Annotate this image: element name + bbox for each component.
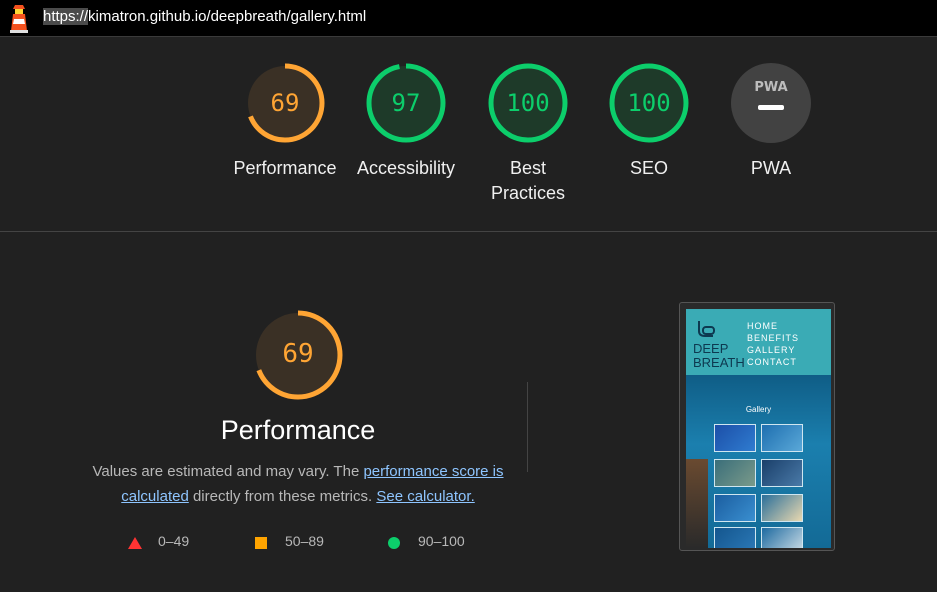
gallery-photo	[761, 424, 803, 452]
performance-label: Performance	[233, 158, 337, 178]
brand-line-1: DEEP	[693, 341, 729, 356]
performance-description: Values are estimated and may vary. The p…	[90, 459, 506, 509]
gauge-performance[interactable]: 69 Performance	[233, 62, 337, 181]
gallery-photo	[714, 494, 756, 522]
gallery-photo	[761, 527, 803, 548]
page-url[interactable]: https://kimatron.github.io/deepbreath/ga…	[43, 8, 366, 25]
performance-detail-score: 69	[282, 339, 314, 369]
triangle-icon	[128, 537, 142, 549]
gauge-best-practices[interactable]: 100 Best Practices	[485, 62, 571, 206]
gallery-photo	[761, 459, 803, 487]
desc-text-1: Values are estimated and may vary. The	[92, 463, 364, 480]
circle-icon	[388, 537, 400, 549]
legend-average-range: 50–89	[285, 533, 324, 549]
lighthouse-icon	[10, 5, 28, 33]
site-menu: HOME BENEFITS GALLERY CONTACT	[747, 320, 799, 368]
gallery-photo	[714, 459, 756, 487]
best-practices-label: Best Practices	[490, 158, 566, 203]
gallery-heading: Gallery	[745, 405, 772, 414]
brand-line-2: BREATH	[693, 355, 745, 370]
desc-text-2: directly from these metrics.	[188, 488, 377, 505]
best-practices-score: 100	[506, 89, 550, 117]
legend-pass-range: 90–100	[418, 533, 465, 549]
gauge-seo[interactable]: 100 SEO	[606, 62, 692, 181]
url-bar: https://kimatron.github.io/deepbreath/ga…	[0, 0, 937, 37]
url-protocol: https://	[43, 8, 89, 25]
menu-home: HOME	[747, 321, 778, 331]
gallery-photo	[714, 527, 756, 548]
pwa-badge-text: PWA	[754, 80, 787, 95]
performance-title: Performance	[220, 415, 376, 445]
gallery-photo	[714, 424, 756, 452]
vertical-divider	[527, 382, 528, 472]
accessibility-label: Accessibility	[356, 158, 456, 178]
final-screenshot-thumbnail[interactable]: DEEP BREATH HOME BENEFITS GALLERY CONTAC…	[679, 302, 835, 551]
pwa-label: PWA	[750, 158, 792, 178]
site-brand: DEEP BREATH	[693, 342, 745, 370]
menu-contact: CONTACT	[747, 357, 797, 367]
section-divider	[0, 231, 937, 232]
snorkel-logo-icon	[698, 321, 715, 337]
gauge-pwa[interactable]: PWA PWA	[728, 62, 814, 181]
accessibility-score: 97	[391, 89, 421, 117]
diver-edge-photo	[686, 459, 708, 548]
gauge-accessibility[interactable]: 97 Accessibility	[357, 62, 455, 181]
see-calculator-link[interactable]: See calculator.	[376, 488, 474, 505]
performance-score: 69	[270, 89, 300, 117]
pwa-badge-icon: PWA	[731, 63, 811, 143]
seo-score: 100	[627, 89, 671, 117]
page-screenshot: DEEP BREATH HOME BENEFITS GALLERY CONTAC…	[686, 309, 831, 548]
menu-gallery: GALLERY	[747, 345, 796, 355]
gallery-photo	[761, 494, 803, 522]
square-icon	[255, 537, 267, 549]
legend-fail-range: 0–49	[158, 533, 190, 549]
url-path: kimatron.github.io/deepbreath/gallery.ht…	[88, 8, 367, 25]
seo-label: SEO	[629, 158, 668, 178]
menu-benefits: BENEFITS	[747, 333, 800, 343]
site-header: DEEP BREATH HOME BENEFITS GALLERY CONTAC…	[686, 309, 831, 375]
performance-detail-gauge: 69	[252, 309, 344, 401]
